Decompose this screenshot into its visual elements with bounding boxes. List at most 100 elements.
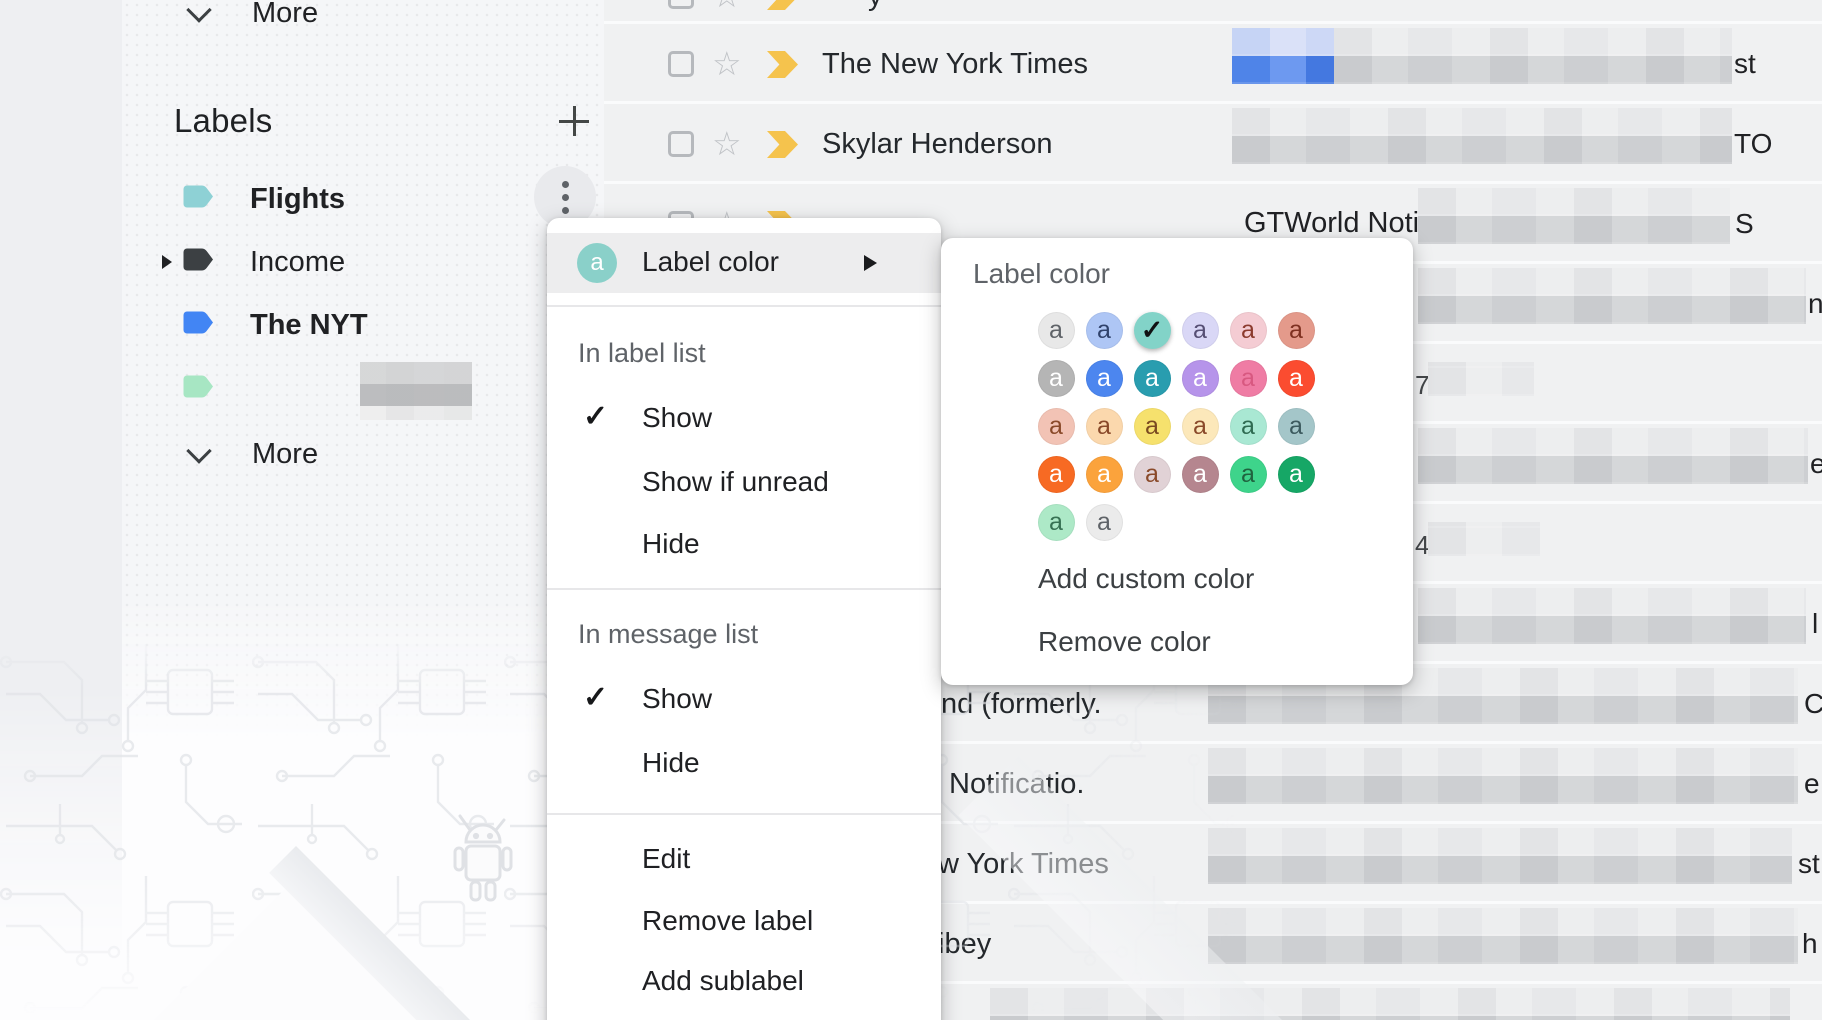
email-checkbox[interactable]	[668, 51, 694, 77]
blurred-text-block	[1418, 588, 1806, 616]
sidebar-item-more-bottom[interactable]: More	[122, 426, 604, 482]
email-row[interactable]: ☆Skylar HendersonTO	[604, 104, 1822, 184]
star-icon[interactable]: ☆	[712, 127, 742, 160]
palette-color-swatch[interactable]: a	[1086, 360, 1123, 397]
email-text-fragment: n	[1808, 289, 1822, 319]
expand-arrow-icon[interactable]	[162, 255, 172, 269]
palette-color-swatch[interactable]: a	[1230, 408, 1267, 445]
importance-marker-icon	[767, 0, 798, 10]
blurred-text-block	[1208, 776, 1798, 804]
sidebar-more-label: More	[252, 0, 318, 30]
blurred-text-block	[1232, 108, 1732, 136]
labels-section-header: Labels	[122, 93, 604, 149]
chevron-down-icon	[186, 438, 211, 463]
email-subject-fragment: GTWorld Noti	[1244, 208, 1419, 239]
blurred-text-block	[1232, 136, 1732, 164]
label-color-label: Label color	[642, 246, 779, 278]
palette-color-swatch[interactable]: a	[1086, 504, 1123, 541]
palette-color-swatch[interactable]: a	[1086, 312, 1123, 349]
palette-color-swatch[interactable]: a	[1278, 312, 1315, 349]
email-text-fragment: l	[1812, 609, 1818, 639]
menu-item-remove-label[interactable]: Remove label	[642, 905, 813, 937]
android-robot-icon	[452, 812, 514, 913]
palette-color-swatch[interactable]: a	[1134, 408, 1171, 445]
palette-color-swatch[interactable]: a	[1134, 360, 1171, 397]
blurred-text-block	[1232, 56, 1334, 84]
dot	[562, 207, 569, 214]
importance-marker-icon	[767, 51, 798, 78]
blurred-text-block	[1208, 936, 1798, 964]
palette-color-swatch[interactable]: a	[1134, 456, 1171, 493]
email-checkbox[interactable]	[668, 131, 694, 157]
palette-color-swatch[interactable]: a	[1230, 456, 1267, 493]
blurred-text-block	[1418, 216, 1730, 244]
palette-color-swatch[interactable]: a	[1278, 360, 1315, 397]
label-tag-icon	[183, 183, 214, 215]
palette-color-swatch[interactable]: a	[1230, 312, 1267, 349]
star-icon[interactable]: ☆	[712, 0, 742, 12]
menu-item-show[interactable]: Show	[642, 402, 712, 434]
sidebar-label-name: Income	[250, 246, 345, 279]
menu-item-edit[interactable]: Edit	[642, 843, 690, 875]
label-tag-icon	[183, 309, 214, 341]
email-text-fragment: TO	[1734, 129, 1772, 159]
blurred-text-block	[1208, 748, 1798, 776]
blurred-text-block	[1208, 856, 1792, 884]
email-text-fragment: st	[1798, 849, 1820, 879]
blurred-text-block	[1418, 268, 1806, 296]
menu-item-show-if-unread[interactable]: Show if unread	[642, 466, 829, 498]
email-checkbox[interactable]	[668, 0, 694, 9]
sidebar-item-the-nyt[interactable]: The NYT	[122, 297, 604, 353]
importance-marker-icon	[767, 131, 798, 158]
menu-item-add-sublabel[interactable]: Add sublabel	[642, 965, 804, 997]
blurred-text-block	[1208, 696, 1798, 724]
blurred-text-block	[1418, 456, 1808, 484]
star-icon[interactable]: ☆	[712, 47, 742, 80]
palette-color-swatch[interactable]: a	[1086, 408, 1123, 445]
email-text-fragment: h	[1802, 929, 1818, 959]
menu-divider	[547, 588, 941, 590]
palette-color-swatch[interactable]: a	[1182, 408, 1219, 445]
palette-color-swatch[interactable]: a	[1038, 360, 1075, 397]
email-text-fragment: e	[1810, 449, 1822, 479]
palette-color-swatch[interactable]: a	[1038, 504, 1075, 541]
create-label-button[interactable]	[546, 93, 602, 149]
submenu-action-add-custom-color[interactable]: Add custom color	[1038, 563, 1254, 595]
palette-color-swatch[interactable]: a	[1038, 408, 1075, 445]
email-row[interactable]: ☆y	[604, 0, 1822, 24]
sidebar-item-income[interactable]: Income	[122, 234, 604, 290]
sidebar-item-more-top[interactable]: More	[122, 0, 604, 41]
menu-item-hide[interactable]: Hide	[642, 528, 700, 560]
sidebar-label-name: The NYT	[250, 309, 368, 342]
palette-color-swatch[interactable]: a	[1038, 312, 1075, 349]
menu-divider	[547, 305, 941, 307]
label-tag-icon	[183, 373, 214, 405]
labels-heading: Labels	[174, 102, 272, 140]
blurred-text-block	[1418, 428, 1808, 456]
label-color-menu-item[interactable]: a Label color	[547, 233, 941, 293]
email-row[interactable]: ☆The New York Timesst	[604, 24, 1822, 104]
palette-color-swatch[interactable]: a	[1182, 360, 1219, 397]
menu-section-header: In label list	[578, 338, 706, 369]
palette-color-swatch[interactable]: a	[1182, 456, 1219, 493]
palette-color-swatch[interactable]: a	[1182, 312, 1219, 349]
checkmark-icon: ✓	[583, 680, 608, 715]
blurred-text-block	[1232, 28, 1334, 56]
menu-item-show[interactable]: Show	[642, 683, 712, 715]
menu-divider	[547, 813, 941, 815]
blurred-text-block	[1418, 616, 1806, 644]
palette-color-selected[interactable]: ✓	[1134, 312, 1171, 349]
blurred-text-block	[1418, 188, 1730, 216]
email-text-fragment: st	[1734, 49, 1756, 79]
palette-color-swatch[interactable]: a	[1278, 408, 1315, 445]
dot	[562, 181, 569, 188]
palette-color-swatch[interactable]: a	[1278, 456, 1315, 493]
submenu-action-remove-color[interactable]: Remove color	[1038, 626, 1211, 658]
blurred-text-block	[1428, 362, 1534, 396]
sidebar-item-flights[interactable]: Flights	[122, 171, 604, 227]
palette-color-swatch[interactable]: a	[1230, 360, 1267, 397]
palette-color-swatch[interactable]: a	[1038, 456, 1075, 493]
menu-item-hide[interactable]: Hide	[642, 747, 700, 779]
palette-color-swatch[interactable]: a	[1086, 456, 1123, 493]
label-options-menu: a Label color In label list ✓ Show Show if …	[547, 218, 941, 1020]
